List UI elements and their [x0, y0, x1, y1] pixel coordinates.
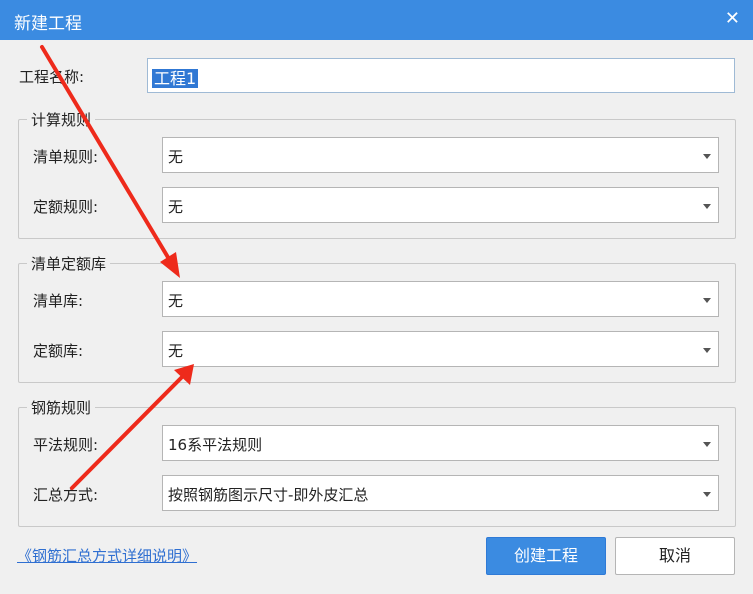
quota-lib-value: 无 [168, 342, 184, 360]
list-lib-value: 无 [168, 292, 184, 310]
list-lib-select[interactable]: 无 [162, 281, 719, 317]
list-rule-select[interactable]: 无 [162, 137, 719, 173]
flat-rule-label: 平法规则: [33, 436, 99, 454]
dropdown-arrow-icon [703, 492, 711, 497]
summary-help-link[interactable]: 《钢筋汇总方式详细说明》 [17, 545, 197, 566]
close-icon[interactable]: ✕ [725, 7, 740, 31]
dropdown-arrow-icon [703, 348, 711, 353]
create-project-button[interactable]: 创建工程 [486, 537, 606, 575]
project-name-input[interactable]: 工程1 [147, 58, 735, 93]
window-title: 新建工程 [14, 14, 82, 34]
list-lib-label: 清单库: [33, 292, 84, 310]
rebar-rules-title: 钢筋规则 [27, 397, 96, 418]
title-bar: 新建工程 ✕ [0, 0, 753, 40]
project-name-value: 工程1 [152, 69, 199, 88]
list-rule-label: 清单规则: [33, 148, 99, 166]
quota-rule-label: 定额规则: [33, 198, 99, 216]
dropdown-arrow-icon [703, 204, 711, 209]
flat-rule-select[interactable]: 16系平法规则 [162, 425, 719, 461]
dropdown-arrow-icon [703, 298, 711, 303]
quota-rule-select[interactable]: 无 [162, 187, 719, 223]
dropdown-arrow-icon [703, 442, 711, 447]
cancel-button[interactable]: 取消 [615, 537, 735, 575]
list-rule-value: 无 [168, 148, 184, 166]
libraries-title: 清单定额库 [27, 253, 111, 274]
summary-method-label: 汇总方式: [33, 486, 99, 504]
project-name-label: 工程名称: [19, 68, 85, 86]
quota-lib-label: 定额库: [33, 342, 84, 360]
summary-method-value: 按照钢筋图示尺寸-即外皮汇总 [168, 486, 369, 504]
summary-method-select[interactable]: 按照钢筋图示尺寸-即外皮汇总 [162, 475, 719, 511]
quota-lib-select[interactable]: 无 [162, 331, 719, 367]
flat-rule-value: 16系平法规则 [168, 436, 263, 454]
dropdown-arrow-icon [703, 154, 711, 159]
quota-rule-value: 无 [168, 198, 184, 216]
calc-rules-title: 计算规则 [27, 109, 96, 130]
